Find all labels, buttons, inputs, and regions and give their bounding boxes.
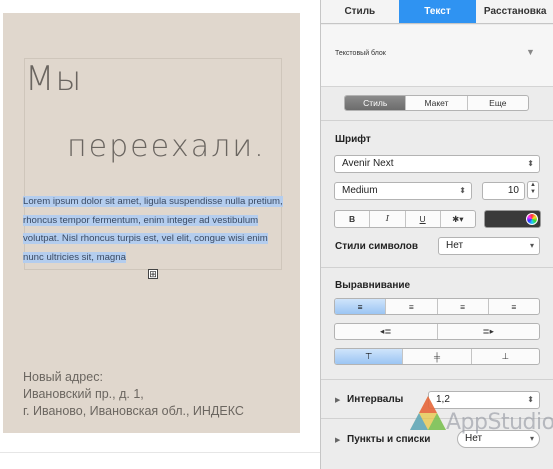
font-section-label: Шрифт — [335, 134, 371, 145]
heading-line-2[interactable]: переехали. — [67, 129, 266, 164]
underline-button[interactable]: U — [404, 211, 440, 227]
tab-text[interactable]: Текст — [398, 0, 477, 23]
font-family-select[interactable]: Avenir Next ⬍ — [334, 155, 540, 173]
divider — [321, 120, 553, 121]
inspector-tabs: Стиль Текст Расстановка — [321, 0, 553, 24]
document-page: Мы переехали. Lorem ipsum dolor sit amet… — [3, 13, 300, 433]
tab-style[interactable]: Стиль — [321, 0, 399, 23]
updown-arrows-icon: ⬍ — [459, 186, 466, 195]
appstudio-logo-icon — [410, 396, 446, 430]
align-left-button[interactable]: ≡ — [335, 299, 386, 314]
indent-segment: ◂≣ ≣▸ — [334, 323, 540, 340]
divider — [321, 267, 553, 268]
updown-arrows-icon: ⬍ — [527, 159, 534, 168]
alignment-label: Выравнивание — [335, 280, 411, 291]
chevron-down-icon: ▾ — [529, 241, 534, 250]
font-size-value: 10 — [507, 185, 519, 196]
font-family-value: Avenir Next — [342, 158, 394, 169]
valign-top-button[interactable]: ⊤ — [335, 349, 403, 364]
watermark-text: AppStudio — [446, 410, 553, 435]
address-block[interactable]: Новый адрес: Ивановский пр., д. 1, г. Ив… — [23, 369, 244, 420]
address-line-1: Новый адрес: — [23, 370, 103, 384]
align-center-button[interactable]: ≡ — [385, 299, 436, 314]
font-weight-value: Medium — [342, 185, 378, 196]
heading-line-1[interactable]: Мы — [25, 59, 82, 99]
decrease-indent-button[interactable]: ◂≣ — [335, 324, 437, 339]
text-color-well[interactable] — [484, 210, 541, 228]
subtab-segment: Стиль Макет Еще — [344, 95, 529, 111]
align-justify-button[interactable]: ≡ — [487, 299, 539, 314]
canvas-divider — [0, 452, 320, 453]
bold-button[interactable]: B — [335, 211, 369, 227]
address-line-3: г. Иваново, Ивановская обл., ИНДЕКС — [23, 404, 244, 418]
paragraph-style-picker[interactable]: Текстовый блок ▼ — [321, 25, 553, 87]
char-styles-label: Стили символов — [335, 241, 419, 252]
tab-arrange[interactable]: Расстановка — [476, 0, 553, 23]
align-right-button[interactable]: ≡ — [436, 299, 488, 314]
document-canvas: Мы переехали. Lorem ipsum dolor sit amet… — [0, 0, 320, 469]
address-line-2: Ивановский пр., д. 1, — [23, 387, 144, 401]
text-style-buttons: B I U ✱▾ — [334, 210, 476, 228]
disclosure-triangle-icon[interactable]: ▶ — [335, 436, 340, 444]
subtab-more[interactable]: Еще — [466, 96, 528, 110]
char-styles-select[interactable]: Нет ▾ — [438, 237, 540, 255]
watermark-logo: AppStudio — [408, 388, 553, 458]
vertical-align-segment: ⊤ ╪ ⊥ — [334, 348, 540, 365]
selected-body-text[interactable]: Lorem ipsum dolor sit amet, ligula suspe… — [23, 193, 285, 267]
valign-middle-button[interactable]: ╪ — [402, 349, 470, 364]
font-size-stepper[interactable]: ▲ ▼ — [527, 181, 539, 199]
font-size-field[interactable]: 10 — [482, 182, 525, 200]
horizontal-align-segment: ≡ ≡ ≡ ≡ — [334, 298, 540, 315]
disclosure-triangle-icon[interactable]: ▶ — [335, 396, 340, 404]
chevron-down-icon[interactable]: ▼ — [526, 47, 535, 57]
subtab-layout[interactable]: Макет — [405, 96, 466, 110]
spacing-label[interactable]: Интервалы — [347, 394, 403, 405]
increase-indent-button[interactable]: ≣▸ — [436, 324, 540, 339]
color-wheel-icon[interactable] — [526, 213, 538, 225]
char-styles-value: Нет — [446, 240, 464, 251]
subtab-style[interactable]: Стиль — [345, 96, 406, 110]
gear-menu-button[interactable]: ✱▾ — [439, 211, 475, 227]
divider — [321, 379, 553, 380]
italic-button[interactable]: I — [369, 211, 404, 227]
resize-handle-icon[interactable]: ⊞ — [148, 269, 158, 279]
paragraph-style-label: Текстовый блок — [335, 50, 386, 57]
font-weight-select[interactable]: Medium ⬍ — [334, 182, 472, 200]
valign-bottom-button[interactable]: ⊥ — [470, 349, 539, 364]
